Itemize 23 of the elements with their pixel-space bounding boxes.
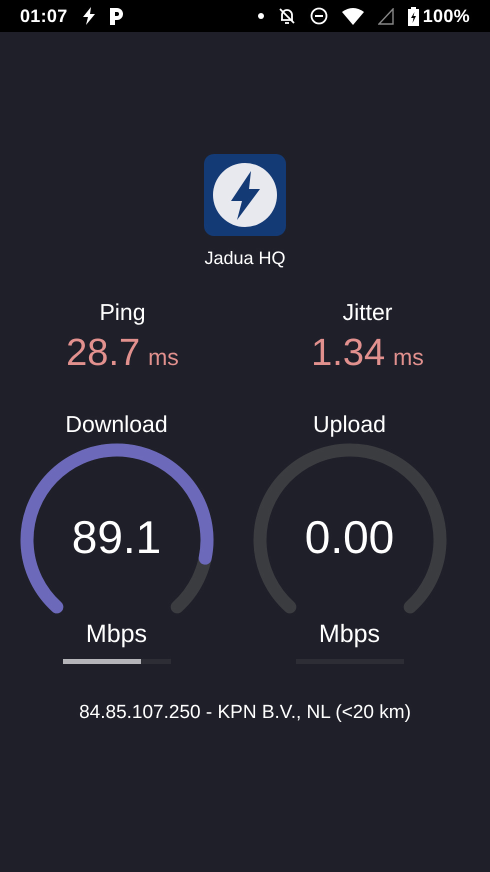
speed-unit: Mbps xyxy=(86,620,148,649)
battery-icon xyxy=(408,6,419,26)
do-not-disturb-icon xyxy=(310,7,328,25)
server-name: Jadua HQ xyxy=(204,248,286,269)
signal-icon xyxy=(378,8,394,24)
stat-value: 28.7 ms xyxy=(66,332,179,375)
gauge-label: Download xyxy=(65,411,168,438)
dot-icon xyxy=(258,13,264,19)
stat-label: Ping xyxy=(99,299,146,326)
battery-level: 100% xyxy=(422,6,470,26)
lightning-app-icon xyxy=(204,154,286,236)
gauge-label: Upload xyxy=(313,411,386,438)
lightning-icon xyxy=(82,7,96,25)
stat-label: Jitter xyxy=(342,299,392,326)
speed-value: 0.00 xyxy=(304,510,394,564)
clock-time: 01:07 xyxy=(20,6,68,26)
wifi-icon xyxy=(342,8,364,24)
connection-info: 84.85.107.250 - KPN B.V., NL (<20 km) xyxy=(79,702,411,724)
stat-value: 1.34 ms xyxy=(311,332,424,375)
speed-unit: Mbps xyxy=(318,620,380,649)
parking-icon xyxy=(110,8,123,24)
speed-value: 89.1 xyxy=(72,510,162,564)
bell-off-icon xyxy=(278,7,296,25)
